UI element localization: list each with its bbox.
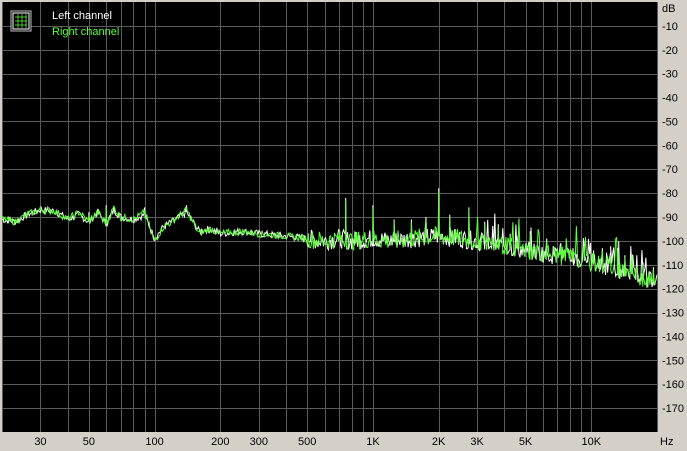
x-tick-label: 300 (250, 436, 268, 448)
x-axis-unit: Hz (660, 436, 673, 448)
y-tick-label: -90 (662, 212, 678, 224)
y-tick-label: -70 (662, 164, 678, 176)
y-tick-label: -80 (662, 188, 678, 200)
y-tick-label: -30 (662, 69, 678, 81)
x-tick-label: 100 (145, 436, 163, 448)
chart-window: 30 50 100 200 300 500 1K 2K 3K 5K 10K -10 -20 -30 -40… (0, 0, 687, 451)
chart-toggle-icon[interactable] (10, 10, 32, 32)
y-tick-label: -50 (662, 116, 678, 128)
legend-right-channel: Right channel (52, 26, 119, 38)
y-tick-label: -40 (662, 93, 678, 105)
y-tick-label: -100 (662, 236, 684, 248)
y-tick-label: -20 (662, 45, 678, 57)
x-tick-label: 50 (83, 436, 95, 448)
x-tick-label: 1K (366, 436, 380, 448)
legend-left-channel: Left channel (52, 10, 112, 22)
y-tick-label: -120 (662, 284, 684, 296)
y-tick-label: -140 (662, 331, 684, 343)
x-tick-labels: 30 50 100 200 300 500 1K 2K 3K 5K 10K (34, 436, 601, 448)
y-tick-label: -60 (662, 140, 678, 152)
x-tick-label: 30 (34, 436, 46, 448)
x-tick-label: 500 (298, 436, 316, 448)
x-tick-label: 5K (519, 436, 533, 448)
y-axis-unit: dB (662, 3, 675, 15)
x-tick-label: 200 (211, 436, 229, 448)
y-tick-label: -150 (662, 355, 684, 367)
y-tick-label: -110 (662, 260, 683, 272)
y-tick-label: -10 (662, 21, 678, 33)
y-tick-label: -160 (662, 379, 684, 391)
y-tick-label: -170 (662, 403, 684, 415)
x-tick-label: 10K (581, 436, 601, 448)
x-tick-label: 3K (470, 436, 484, 448)
y-tick-label: -130 (662, 308, 684, 320)
y-tick-labels: -10 -20 -30 -40 -50 -60 -70 -80 -90 -100 -110 -120 -… (662, 21, 684, 415)
spectrum-chart: 30 50 100 200 300 500 1K 2K 3K 5K 10K -10 -20 -30 -40… (1, 2, 684, 448)
x-tick-label: 2K (432, 436, 446, 448)
